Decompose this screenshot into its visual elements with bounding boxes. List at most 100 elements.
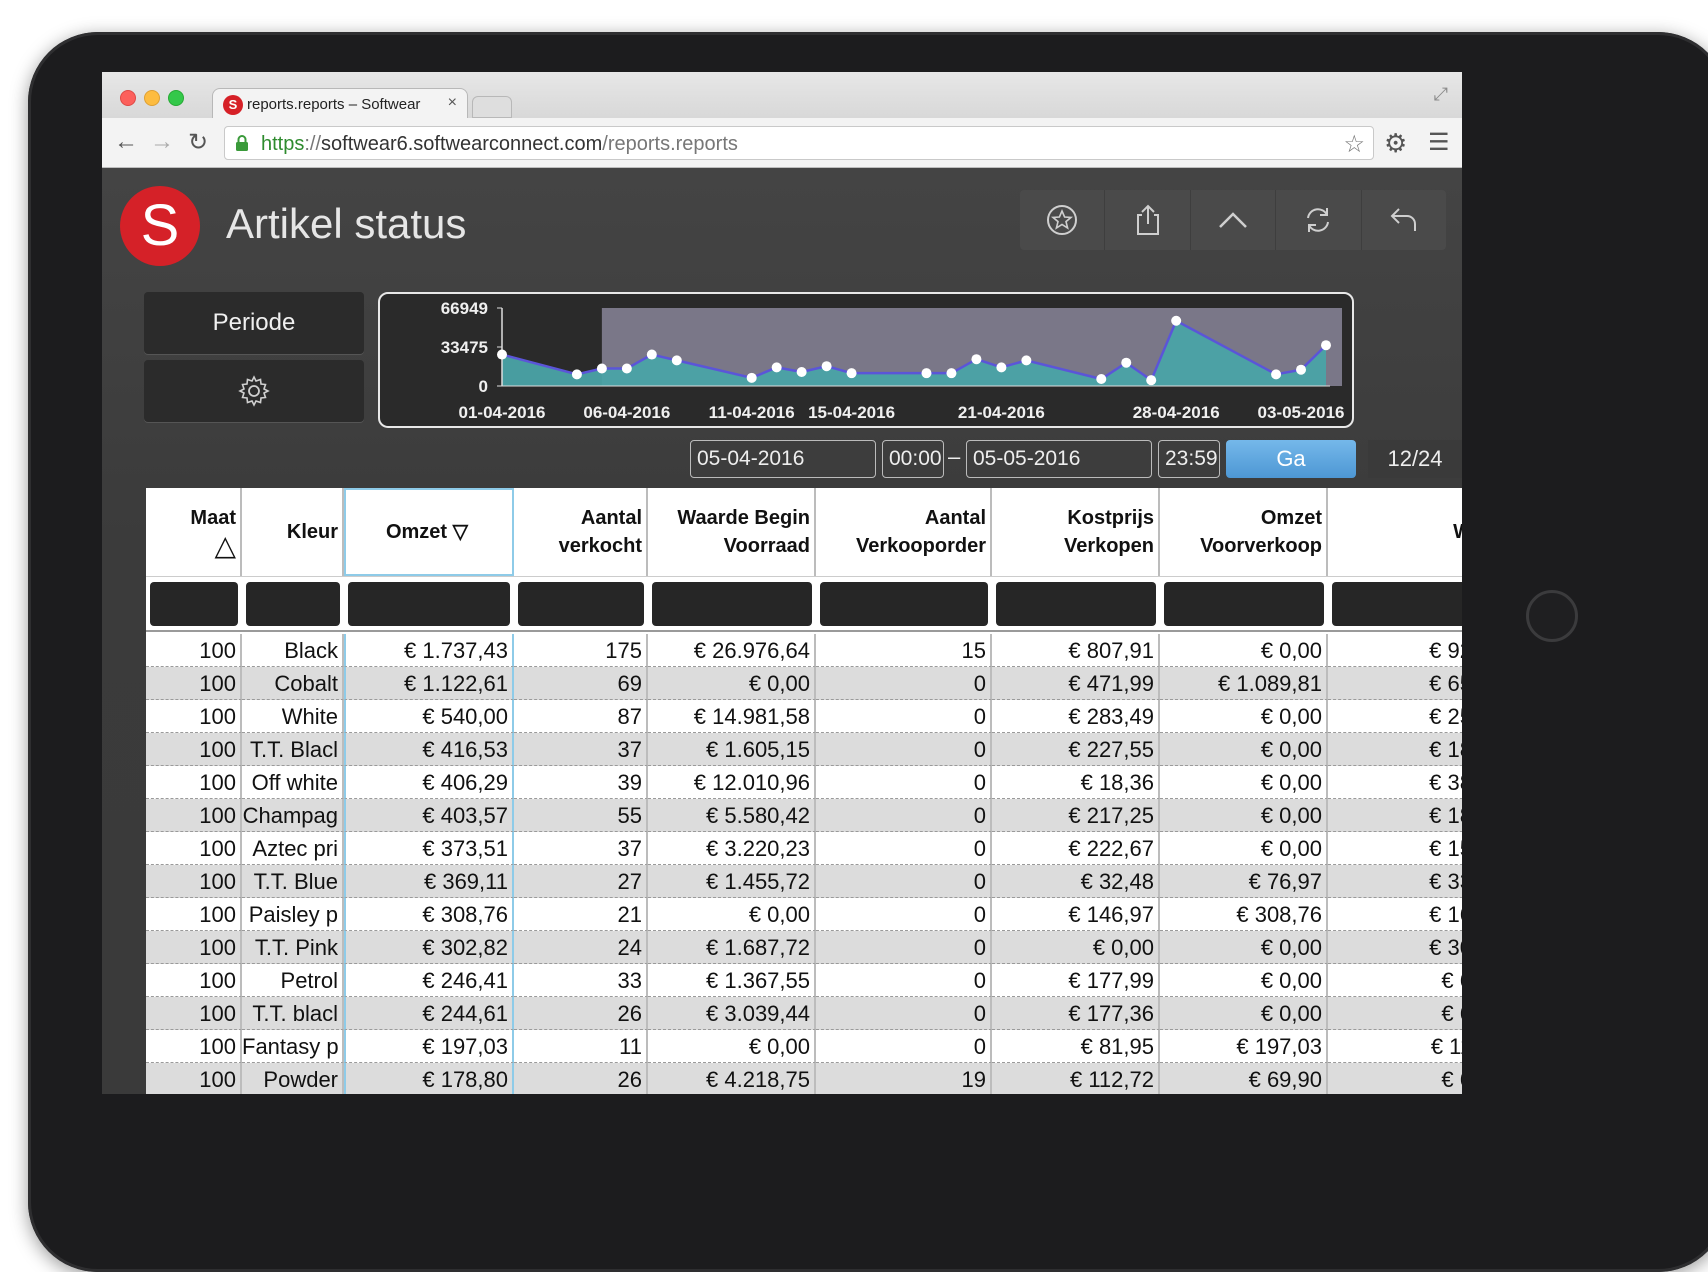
cell-aantal-verkocht: 27	[514, 865, 648, 898]
column-header-label: Omzet Voorverkoop	[1200, 504, 1322, 560]
table-row[interactable]: 100 T.T. Blue € 369,11 27 € 1.455,72 0 € 32,48…	[146, 865, 1462, 898]
cell-aantal-verkocht: 21	[514, 898, 648, 931]
table-row[interactable]: 100 Petrol € 246,41 33 € 1.367,55 0 € 177,99 € …	[146, 964, 1462, 997]
cell-kleur: T.T. blacl	[242, 997, 344, 1030]
address-bar[interactable]: https://softwear6.softwearconnect.com/re…	[224, 126, 1374, 160]
new-tab-button[interactable]	[472, 96, 512, 118]
cell-aantal-verkooporder: 0	[816, 700, 992, 733]
cell-aantal-verkooporder: 0	[816, 733, 992, 766]
column-header-kostprijs-verkopen[interactable]: Kostprijs Verkopen	[992, 488, 1160, 576]
header-line-1: Omzet	[1260, 507, 1322, 529]
collapse-button[interactable]	[1191, 190, 1277, 250]
reload-icon[interactable]: ↻	[188, 128, 208, 157]
date-from-input[interactable]: 05-04-2016	[690, 440, 876, 478]
settings-button[interactable]	[144, 360, 364, 422]
data-point	[1146, 375, 1157, 386]
browser-tab-strip: S reports.reports – Softwear × ⤢	[102, 72, 1462, 120]
column-header-kleur[interactable]: Kleur	[242, 488, 344, 576]
table-row[interactable]: 100 Off white € 406,29 39 € 12.010,96 0 € 18,3…	[146, 766, 1462, 799]
close-window-icon[interactable]	[120, 90, 136, 106]
home-button[interactable]	[1526, 590, 1578, 642]
table-row[interactable]: 100 T.T. Blacl € 416,53 37 € 1.605,15 0 € 227,…	[146, 733, 1462, 766]
filter-cell	[992, 577, 1160, 630]
favorite-button[interactable]	[1020, 190, 1106, 250]
column-filter-input[interactable]	[518, 581, 644, 626]
time-from-input[interactable]: 00:00	[882, 440, 944, 478]
page-indicator[interactable]: 12/24	[1368, 440, 1462, 478]
cell-aantal-verkooporder: 19	[816, 1063, 992, 1094]
column-filter-input[interactable]	[150, 581, 238, 626]
cell-w: € 18	[1328, 733, 1462, 766]
page-title: Artikel status	[226, 200, 467, 247]
column-filter-input[interactable]	[652, 581, 812, 626]
cell-waarde-begin-voorraad: € 0,00	[648, 898, 816, 931]
cell-aantal-verkooporder: 0	[816, 898, 992, 931]
url-text: https://softwear6.softwearconnect.com/re…	[261, 133, 738, 155]
data-point	[971, 354, 982, 365]
table-row[interactable]: 100 Black € 1.737,43 175 € 26.976,64 15 € 807,…	[146, 634, 1462, 667]
go-button[interactable]: Ga	[1226, 440, 1356, 478]
cell-omzet-voorverkoop: € 0,00	[1160, 931, 1328, 964]
cell-w: € 33	[1328, 865, 1462, 898]
data-point	[946, 368, 957, 379]
table-row[interactable]: 100 Aztec pri € 373,51 37 € 3.220,23 0 € 222,6…	[146, 832, 1462, 865]
column-header-waarde-begin-voorraad[interactable]: Waarde Begin Voorraad	[648, 488, 816, 576]
column-filter-input[interactable]	[246, 581, 340, 626]
share-button[interactable]	[1105, 190, 1191, 250]
table-row[interactable]: 100 T.T. Pink € 302,82 24 € 1.687,72 0 € 0,00 €…	[146, 931, 1462, 964]
column-filter-input[interactable]	[1164, 581, 1324, 626]
column-header-aantal-verkocht[interactable]: Aantal verkocht	[514, 488, 648, 576]
fullscreen-icon[interactable]: ⤢	[1434, 84, 1448, 105]
cell-w: € 6	[1328, 997, 1462, 1030]
cell-waarde-begin-voorraad: € 0,00	[648, 667, 816, 700]
cell-omzet: € 302,82	[344, 931, 514, 964]
tab-close-icon[interactable]: ×	[448, 94, 457, 112]
hamburger-menu-icon[interactable]: ☰	[1428, 128, 1450, 157]
cell-omzet-voorverkoop: € 0,00	[1160, 634, 1328, 667]
table-row[interactable]: 100 White € 540,00 87 € 14.981,58 0 € 283,49 € …	[146, 700, 1462, 733]
table-row[interactable]: 100 Powder € 178,80 26 € 4.218,75 19 € 112,72 €…	[146, 1063, 1462, 1094]
back-icon[interactable]: ←	[114, 128, 138, 156]
refresh-button[interactable]	[1276, 190, 1362, 250]
column-header-omzet-voorverkoop[interactable]: Omzet Voorverkoop	[1160, 488, 1328, 576]
undo-button[interactable]	[1362, 190, 1446, 250]
table-row[interactable]: 100 T.T. blacl € 244,61 26 € 3.039,44 0 € 177,…	[146, 997, 1462, 1030]
data-point	[1171, 315, 1182, 326]
y-tick-label: 0	[479, 377, 488, 396]
settings-gear-icon[interactable]: ⚙	[1384, 128, 1407, 159]
column-header-maat[interactable]: Maat △	[146, 488, 242, 576]
column-header-aantal-verkooporder[interactable]: Aantal Verkooporder	[816, 488, 992, 576]
header-line-1: Maat	[190, 507, 236, 529]
minimize-window-icon[interactable]	[144, 90, 160, 106]
revenue-chart: 66949 33475 0 01-04-2016 06-04-2016 11-04-201…	[378, 292, 1354, 428]
cell-waarde-begin-voorraad: € 12.010,96	[648, 766, 816, 799]
column-filter-input[interactable]	[348, 581, 510, 626]
maximize-window-icon[interactable]	[168, 90, 184, 106]
column-header-w[interactable]: W	[1328, 488, 1462, 576]
data-point	[1296, 364, 1307, 375]
data-point	[746, 372, 757, 383]
date-to-input[interactable]: 05-05-2016	[966, 440, 1152, 478]
cell-aantal-verkocht: 87	[514, 700, 648, 733]
data-point	[1271, 369, 1282, 380]
column-filter-input[interactable]	[996, 581, 1156, 626]
table-row[interactable]: 100 Paisley p € 308,76 21 € 0,00 0 € 146,97 € 3…	[146, 898, 1462, 931]
cell-maat: 100	[146, 634, 242, 667]
filter-cell	[648, 577, 816, 630]
filter-cell	[816, 577, 992, 630]
column-filter-input[interactable]	[820, 581, 988, 626]
time-to-input[interactable]: 23:59	[1158, 440, 1220, 478]
periode-button[interactable]: Periode	[144, 292, 364, 354]
browser-tab[interactable]: S reports.reports – Softwear ×	[212, 88, 468, 120]
column-header-label: Kostprijs Verkopen	[1064, 504, 1154, 560]
table-row[interactable]: 100 Cobalt € 1.122,61 69 € 0,00 0 € 471,99 € 1.…	[146, 667, 1462, 700]
table-row[interactable]: 100 Champag € 403,57 55 € 5.580,42 0 € 217,25 €…	[146, 799, 1462, 832]
forward-icon[interactable]: →	[150, 128, 174, 156]
data-point	[621, 363, 632, 374]
table-row[interactable]: 100 Fantasy p € 197,03 11 € 0,00 0 € 81,95 € 19…	[146, 1030, 1462, 1063]
cell-maat: 100	[146, 1030, 242, 1063]
bookmark-star-icon[interactable]: ☆	[1343, 130, 1365, 159]
column-filter-input[interactable]	[1332, 581, 1462, 626]
column-header-omzet[interactable]: Omzet ▽	[344, 488, 514, 576]
cell-aantal-verkooporder: 0	[816, 865, 992, 898]
